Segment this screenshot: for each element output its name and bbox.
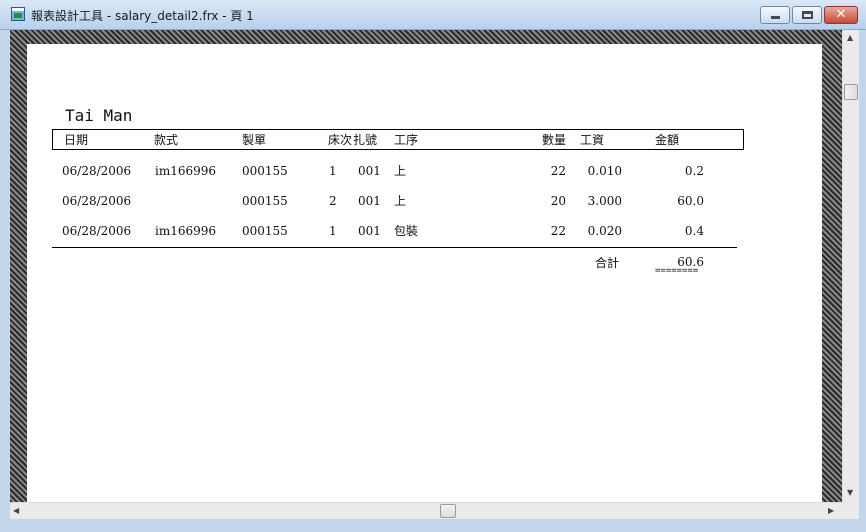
cell-bed: 1 [329,224,337,238]
title-bar[interactable]: 報表設計工具 - salary_detail2.frx - 頁 1 ✕ [0,0,866,30]
column-header-qty: 數量 [542,133,567,147]
column-header-date: 日期 [64,133,89,147]
vertical-scroll-thumb[interactable] [844,84,858,100]
cell-wage: 0.020 [587,224,622,238]
scroll-right-icon[interactable]: ▶ [828,506,834,515]
cell-amount: 0.4 [684,224,704,238]
horizontal-scrollbar[interactable]: ◀ ▶ [10,502,842,519]
scroll-down-icon[interactable]: ▼ [847,488,853,497]
scroll-up-icon[interactable]: ▲ [847,33,853,42]
scroll-left-icon[interactable]: ◀ [13,506,19,515]
cell-process: 包裝 [394,224,419,238]
app-icon [11,7,25,21]
cell-amount: 60.0 [677,194,704,208]
window-title: 報表設計工具 - salary_detail2.frx - 頁 1 [31,9,254,23]
cell-date: 06/28/2006 [62,224,132,238]
scrollbar-corner [842,502,859,519]
cell-bundle: 001 [358,194,381,208]
vertical-scrollbar[interactable]: ▲ ▼ [842,30,859,502]
cell-bundle: 001 [358,164,381,178]
cell-date: 06/28/2006 [62,164,132,178]
column-header-amount: 金額 [655,133,680,147]
report-name: Tai Man [65,106,133,125]
column-header-order: 製單 [242,133,267,147]
cell-amount: 0.2 [684,164,704,178]
cell-order: 000155 [242,194,288,208]
window-frame-bottom [0,519,866,532]
cell-bed: 2 [329,194,337,208]
cell-process: 上 [394,164,407,178]
report-page: Tai Man 日期 款式 製單 床次 扎號 工序 數量 工資 金額 06/28… [27,44,822,502]
cell-order: 000155 [242,164,288,178]
minimize-icon [771,16,780,19]
cell-date: 06/28/2006 [62,194,132,208]
maximize-button[interactable] [792,6,822,24]
column-header-bundle: 扎號 [353,133,378,147]
column-header-style: 款式 [154,133,179,147]
column-header-bed: 床次 [328,133,353,147]
total-label: 合計 [595,256,620,270]
minimize-button[interactable] [760,6,790,24]
cell-wage: 0.010 [587,164,622,178]
cell-process: 上 [394,194,407,208]
close-button[interactable]: ✕ [824,6,858,24]
cell-qty: 20 [550,194,566,208]
window-frame-right [859,30,866,532]
summary-divider [52,247,737,248]
cell-wage: 3.000 [587,194,622,208]
column-header-wage: 工資 [580,133,605,147]
cell-qty: 22 [550,224,566,238]
cell-order: 000155 [242,224,288,238]
close-icon: ✕ [835,7,847,22]
horizontal-scroll-thumb[interactable] [440,504,456,518]
window-frame-left [0,30,10,519]
cell-bed: 1 [329,164,337,178]
cell-qty: 22 [550,164,566,178]
cell-bundle: 001 [358,224,381,238]
cell-style: im166996 [155,164,217,178]
column-header-process: 工序 [394,133,419,147]
maximize-icon [802,11,813,19]
total-underline: ======== [655,266,699,276]
cell-style: im166996 [155,224,217,238]
preview-area: Tai Man 日期 款式 製單 床次 扎號 工序 數量 工資 金額 06/28… [10,30,842,502]
